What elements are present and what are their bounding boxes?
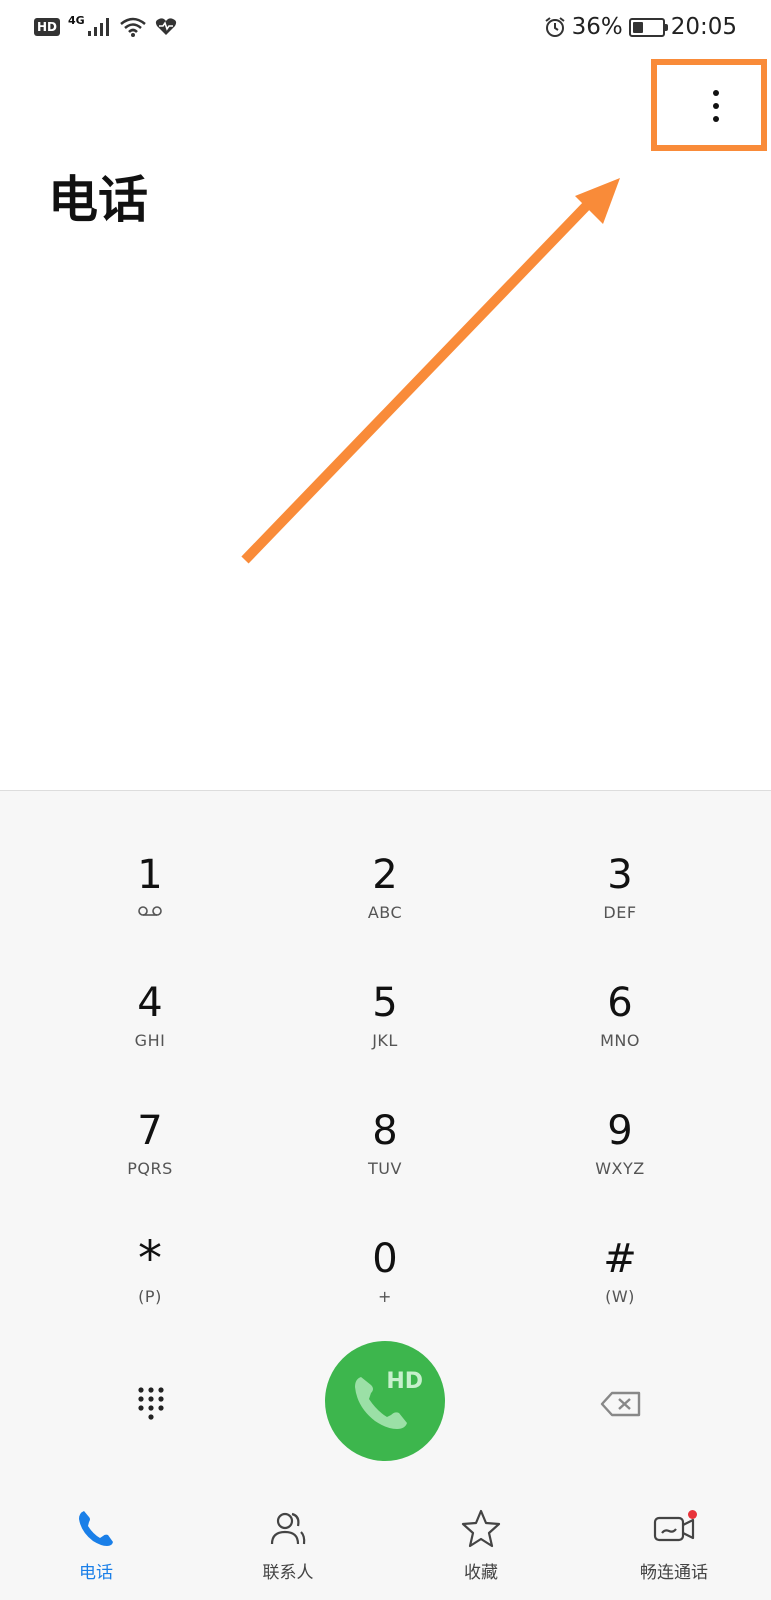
key-letters: ABC: [367, 903, 403, 922]
key-digit: 5: [372, 980, 398, 1026]
key-6[interactable]: 6 MNO: [520, 979, 720, 1089]
key-digit: 0: [372, 1236, 398, 1282]
phone-icon: [79, 1511, 113, 1546]
key-digit: 1: [137, 852, 163, 898]
key-0[interactable]: 0 +: [285, 1235, 485, 1345]
key-letters: PQRS: [127, 1159, 173, 1178]
backspace-icon[interactable]: [600, 1391, 642, 1417]
key-7[interactable]: 7 PQRS: [50, 1107, 250, 1217]
key-digit: 4: [137, 980, 163, 1026]
key-letters: WXYZ: [595, 1159, 645, 1178]
dialpad-toggle-icon[interactable]: [136, 1385, 166, 1425]
tab-meetime[interactable]: 畅连通话: [604, 1508, 744, 1583]
key-digit: 9: [607, 1108, 633, 1154]
key-digit: 6: [607, 980, 633, 1026]
key-letters: JKL: [372, 1031, 398, 1050]
key-digit: 7: [137, 1108, 163, 1154]
star-icon: [461, 1509, 501, 1548]
notification-dot: [688, 1510, 697, 1519]
key-letters: (W): [605, 1287, 635, 1306]
key-letters: MNO: [600, 1031, 640, 1050]
key-letters: GHI: [134, 1031, 166, 1050]
key-star[interactable]: * (P): [50, 1235, 250, 1345]
key-letters: TUV: [368, 1159, 402, 1178]
key-digit: 2: [372, 852, 398, 898]
key-9[interactable]: 9 WXYZ: [520, 1107, 720, 1217]
tab-contacts[interactable]: 联系人: [218, 1508, 358, 1583]
bottom-tab-bar: 电话 联系人 收藏 畅连通话: [0, 1490, 771, 1600]
key-digit: *: [138, 1231, 162, 1287]
key-8[interactable]: 8 TUV: [285, 1107, 485, 1217]
key-3[interactable]: 3 DEF: [520, 851, 720, 961]
key-5[interactable]: 5 JKL: [285, 979, 485, 1089]
annotation-arrow: [241, 178, 620, 564]
tab-label: 畅连通话: [640, 1563, 708, 1583]
key-letters: (P): [138, 1287, 162, 1306]
key-digit: 3: [607, 852, 633, 898]
tab-favorites[interactable]: 收藏: [411, 1508, 551, 1583]
key-4[interactable]: 4 GHI: [50, 979, 250, 1089]
key-digit: #: [603, 1236, 637, 1282]
hd-call-badge: HD: [386, 1369, 423, 1394]
tab-phone[interactable]: 电话: [26, 1508, 166, 1583]
contacts-icon: [270, 1512, 306, 1545]
key-letters: DEF: [603, 903, 637, 922]
key-letters: +: [378, 1287, 392, 1306]
key-2[interactable]: 2 ABC: [285, 851, 485, 961]
voicemail-icon: [138, 906, 162, 916]
tab-label: 联系人: [262, 1563, 314, 1583]
key-digit: 8: [372, 1108, 398, 1154]
key-1[interactable]: 1: [50, 851, 250, 961]
key-hash[interactable]: # (W): [520, 1235, 720, 1345]
tab-label: 电话: [79, 1563, 113, 1583]
tab-label: 收藏: [464, 1563, 498, 1583]
call-button[interactable]: HD: [325, 1341, 445, 1461]
